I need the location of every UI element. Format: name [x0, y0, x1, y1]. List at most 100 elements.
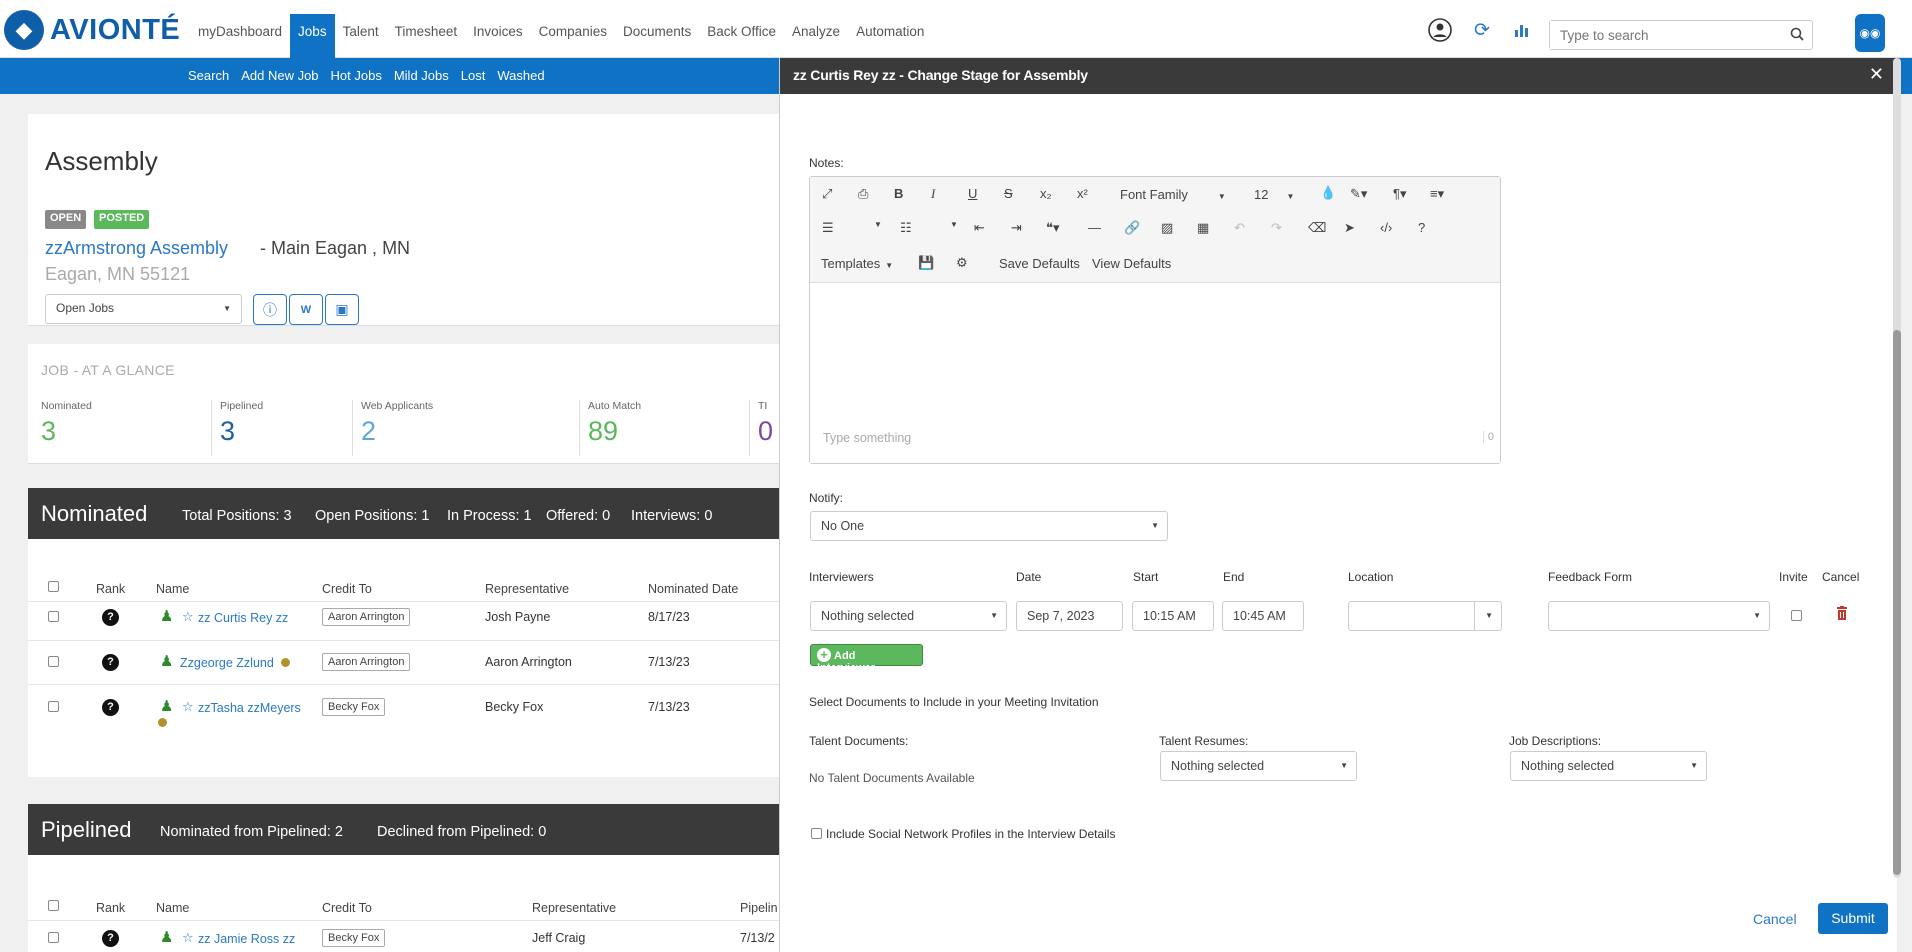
location-input[interactable] [1348, 601, 1476, 631]
cursor-icon[interactable]: ➤ [1344, 220, 1355, 236]
indent-icon[interactable]: ⇥ [1011, 220, 1022, 236]
info-button[interactable]: ⓘ [253, 294, 287, 325]
column-header-credit-to[interactable]: Credit To [322, 901, 372, 915]
nav-invoices[interactable]: Invoices [465, 14, 531, 58]
select-all-checkbox[interactable] [48, 900, 59, 911]
help-icon[interactable]: ? [1418, 220, 1425, 235]
talent-name-link[interactable]: zzTasha zzMeyers [198, 701, 301, 715]
italic-icon[interactable]: I [931, 186, 935, 202]
underline-icon[interactable]: U [968, 186, 977, 201]
column-header-name[interactable]: Name [156, 582, 189, 596]
print-icon[interactable]: ⎙ [858, 186, 868, 202]
search-icon[interactable] [1790, 27, 1804, 44]
location-dropdown-button[interactable]: ▼ [1474, 601, 1502, 631]
subnav-add-new-job[interactable]: Add New Job [241, 68, 318, 83]
talent-name-link[interactable]: zz Curtis Rey zz [198, 611, 288, 625]
chevron-down-icon[interactable]: ▼ [874, 220, 882, 229]
save-defaults-button[interactable]: Save Defaults [999, 256, 1080, 271]
superscript-icon[interactable]: x² [1077, 186, 1088, 201]
open-jobs-select[interactable]: Open Jobs ▼ [45, 294, 242, 324]
templates-menu[interactable]: Templates ▼ [821, 256, 893, 271]
stat-pipelined[interactable]: Pipelined 3 [220, 400, 263, 447]
owl-assistant-icon[interactable]: ◉◉ [1855, 14, 1885, 52]
analytics-icon[interactable] [1508, 16, 1536, 44]
align-icon[interactable]: ≡▾ [1430, 186, 1444, 202]
row-checkbox[interactable] [48, 932, 59, 943]
scrollbar-thumb[interactable] [1893, 330, 1901, 875]
eraser-icon[interactable]: ⌫ [1308, 220, 1326, 236]
social-profiles-checkbox[interactable] [811, 828, 822, 839]
subscript-icon[interactable]: x₂ [1040, 186, 1052, 201]
stat-nominated[interactable]: Nominated 3 [41, 400, 92, 447]
interview-date-input[interactable]: Sep 7, 2023 [1016, 601, 1123, 631]
column-header-rank[interactable]: Rank [96, 582, 125, 596]
feedback-form-select[interactable]: ▼ [1548, 601, 1770, 631]
cancel-button[interactable]: Cancel [1753, 911, 1797, 927]
interview-start-input[interactable]: 10:15 AM [1132, 601, 1214, 631]
strikethrough-icon[interactable]: S [1004, 186, 1013, 201]
view-defaults-button[interactable]: View Defaults [1092, 256, 1171, 271]
notes-text-area[interactable]: Type something 0 [810, 283, 1500, 463]
column-header-rank[interactable]: Rank [96, 901, 125, 915]
gear-icon[interactable]: ⚙ [956, 255, 968, 271]
nav-mydashboard[interactable]: myDashboard [190, 14, 290, 58]
subnav-mild-jobs[interactable]: Mild Jobs [394, 68, 449, 83]
briefcase-button[interactable]: ▣ [325, 294, 359, 325]
unordered-list-icon[interactable]: ☷ [900, 220, 912, 236]
talent-name-link[interactable]: Zzgeorge Zzlund [180, 656, 274, 670]
nav-talent[interactable]: Talent [335, 14, 387, 58]
interview-end-input[interactable]: 10:45 AM [1222, 601, 1304, 631]
word-document-button[interactable]: W [289, 294, 323, 325]
save-icon[interactable]: 💾 [918, 255, 934, 271]
code-view-icon[interactable]: ‹/› [1380, 220, 1392, 235]
bold-icon[interactable]: B [894, 186, 903, 201]
stat-ti[interactable]: TI 0 [758, 400, 773, 447]
fullscreen-icon[interactable]: ⤢ [822, 186, 832, 202]
chevron-down-icon[interactable]: ▼ [950, 220, 958, 229]
redo-icon[interactable]: ↷ [1271, 220, 1282, 236]
subnav-washed[interactable]: Washed [497, 68, 544, 83]
quote-icon[interactable]: ❝▾ [1046, 220, 1060, 236]
outdent-icon[interactable]: ⇤ [974, 220, 985, 236]
subnav-hot-jobs[interactable]: Hot Jobs [331, 68, 382, 83]
notify-select[interactable]: No One ▼ [810, 511, 1168, 541]
column-header-name[interactable]: Name [156, 901, 189, 915]
font-size-select[interactable]: 12 ▼ [1254, 187, 1294, 202]
link-icon[interactable]: 🔗 [1124, 220, 1140, 236]
interviewer-select[interactable]: Nothing selected ▼ [810, 601, 1007, 631]
user-profile-icon[interactable] [1426, 16, 1454, 44]
nav-back-office[interactable]: Back Office [699, 14, 784, 58]
company-link[interactable]: zzArmstrong Assembly [45, 238, 228, 259]
search-input[interactable] [1550, 21, 1770, 49]
row-checkbox[interactable] [48, 701, 59, 712]
highlight-icon[interactable]: ✎▾ [1350, 186, 1367, 202]
paragraph-icon[interactable]: ¶▾ [1393, 186, 1407, 202]
star-icon[interactable]: ☆ [182, 930, 194, 946]
stat-auto-match[interactable]: Auto Match 89 [588, 400, 641, 447]
job-descriptions-select[interactable]: Nothing selected ▼ [1510, 751, 1707, 781]
nav-analyze[interactable]: Analyze [784, 14, 848, 58]
undo-icon[interactable]: ↶ [1234, 220, 1245, 236]
subnav-lost[interactable]: Lost [461, 68, 486, 83]
table-icon[interactable]: ▦ [1197, 220, 1209, 236]
column-header-pipelined-date[interactable]: Pipelin [740, 901, 778, 915]
column-header-representative[interactable]: Representative [485, 582, 569, 596]
column-header-representative[interactable]: Representative [532, 901, 616, 915]
ordered-list-icon[interactable]: ☰ [822, 220, 834, 236]
row-checkbox[interactable] [48, 656, 59, 667]
font-family-select[interactable]: Font Family ▼ [1120, 187, 1226, 202]
star-icon[interactable]: ☆ [182, 609, 194, 625]
talent-resumes-select[interactable]: Nothing selected ▼ [1160, 751, 1357, 781]
nav-jobs[interactable]: Jobs [290, 14, 335, 58]
nav-companies[interactable]: Companies [531, 14, 615, 58]
avionte-logo[interactable]: ◆ AVIONTÉ [4, 10, 180, 50]
close-icon[interactable]: ✕ [1869, 64, 1884, 85]
social-profiles-label[interactable]: Include Social Network Profiles in the I… [826, 827, 1115, 841]
subnav-search[interactable]: Search [188, 68, 229, 83]
trash-icon[interactable] [1836, 606, 1848, 624]
select-all-checkbox[interactable] [48, 581, 59, 592]
star-icon[interactable]: ☆ [182, 699, 194, 715]
horizontal-rule-icon[interactable]: — [1088, 220, 1101, 235]
talent-name-link[interactable]: zz Jamie Ross zz [198, 932, 295, 946]
row-checkbox[interactable] [48, 611, 59, 622]
